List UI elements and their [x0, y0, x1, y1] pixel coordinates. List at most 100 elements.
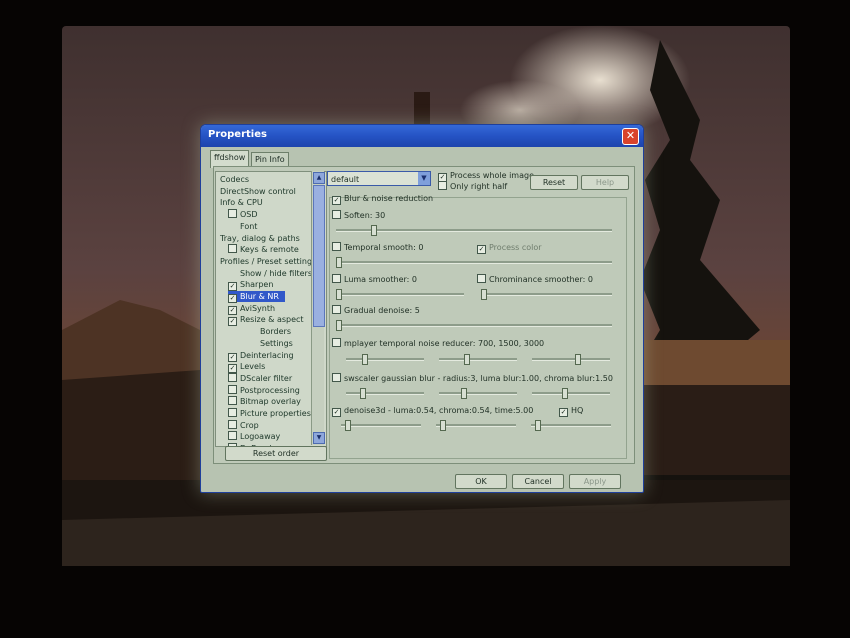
reset-order-button[interactable]: Reset order [225, 446, 327, 461]
checkbox-icon[interactable] [332, 274, 341, 283]
temporal-smooth-slider[interactable] [336, 257, 612, 268]
tree-item[interactable]: Keys & remote [228, 244, 299, 255]
hq-checkbox[interactable]: ✓ HQ [559, 405, 583, 417]
tree-item[interactable]: ✓ Resize & aspect [228, 314, 304, 327]
title-bar[interactable]: Properties ✕ [201, 125, 643, 147]
slider-thumb[interactable] [336, 320, 342, 331]
checkbox-icon[interactable]: ✓ [332, 196, 341, 205]
checkbox-icon[interactable] [228, 431, 237, 441]
tree-item[interactable]: Picture properties [228, 408, 311, 419]
slider-thumb[interactable] [345, 420, 351, 431]
swscaler-slider[interactable] [532, 388, 610, 399]
denoise3d-checkbox[interactable]: ✓ denoise3d - luma:0.54, chroma:0.54, tim… [332, 405, 533, 417]
tree-item[interactable]: Info & CPU [220, 197, 263, 208]
checkbox-icon[interactable] [477, 274, 486, 283]
checkbox-icon[interactable]: ✓ [228, 282, 237, 292]
temporal-smooth-checkbox[interactable]: Temporal smooth: 0 [332, 242, 423, 253]
checkbox-icon[interactable] [228, 419, 237, 429]
luma-smoother-checkbox[interactable]: Luma smoother: 0 [332, 274, 417, 285]
luma-smoother-slider[interactable] [336, 289, 464, 300]
chevron-down-icon[interactable]: ▼ [418, 172, 430, 185]
process-color-checkbox[interactable]: ✓ Process color [477, 242, 542, 254]
slider-thumb[interactable] [336, 257, 342, 268]
only-right-half-checkbox[interactable]: Only right half [438, 181, 507, 192]
checkbox-icon[interactable]: ✓ [228, 364, 237, 374]
tree-item[interactable]: Bitmap overlay [228, 396, 301, 407]
slider-thumb[interactable] [362, 354, 368, 365]
tab-pin-info[interactable]: Pin Info [251, 152, 289, 167]
soften-checkbox[interactable]: Soften: 30 [332, 210, 385, 221]
gradual-denoise-slider[interactable] [336, 320, 612, 331]
scroll-up-icon[interactable]: ▲ [313, 172, 325, 184]
checkbox-icon[interactable]: ✓ [228, 305, 237, 315]
tree-item[interactable]: Logoaway [228, 431, 280, 442]
gradual-denoise-checkbox[interactable]: Gradual denoise: 5 [332, 305, 420, 316]
tree-item[interactable]: Codecs [220, 174, 249, 185]
slider-thumb[interactable] [440, 420, 446, 431]
checkbox-icon[interactable] [332, 373, 341, 382]
chroma-smoother-checkbox[interactable]: Chrominance smoother: 0 [477, 274, 593, 285]
slider-thumb[interactable] [371, 225, 377, 236]
denoise3d-slider[interactable] [341, 420, 421, 431]
tree-item[interactable]: DScaler filter [228, 372, 292, 384]
tree-item[interactable]: Show / hide filters [240, 268, 312, 279]
checkbox-icon[interactable]: ✓ [228, 317, 237, 327]
tree-item[interactable]: ✓ Sharpen [228, 279, 273, 292]
cancel-button[interactable]: Cancel [512, 474, 564, 489]
swscaler-slider[interactable] [346, 388, 424, 399]
tree-item[interactable]: ✓ Deinterlacing [228, 350, 294, 362]
checkbox-icon[interactable]: ✓ [228, 352, 237, 362]
swscaler-blur-checkbox[interactable]: swscaler gaussian blur - radius:3, luma … [332, 373, 613, 384]
checkbox-icon[interactable] [438, 181, 447, 190]
tree-item[interactable]: OSD [228, 209, 258, 220]
tree-item[interactable]: Settings [260, 338, 293, 349]
denoise3d-slider[interactable] [436, 420, 516, 431]
slider-thumb[interactable] [464, 354, 470, 365]
mplayer-tnr-checkbox[interactable]: mplayer temporal noise reducer: 700, 150… [332, 338, 544, 349]
mplayer-tnr-slider[interactable] [532, 354, 610, 365]
slider-thumb[interactable] [461, 388, 467, 399]
slider-thumb[interactable] [562, 388, 568, 399]
tree-item[interactable]: ✓ Levels [228, 361, 265, 374]
help-button[interactable]: Help [581, 175, 629, 190]
checkbox-icon[interactable] [228, 209, 237, 219]
checkbox-icon[interactable] [228, 384, 237, 394]
checkbox-icon[interactable] [332, 242, 341, 251]
swscaler-slider[interactable] [439, 388, 517, 399]
mplayer-tnr-slider[interactable] [439, 354, 517, 365]
checkbox-icon[interactable] [228, 396, 237, 406]
tree-item[interactable]: Postprocessing [228, 384, 300, 396]
checkbox-icon[interactable] [332, 305, 341, 314]
checkbox-icon[interactable] [228, 372, 237, 382]
slider-thumb[interactable] [336, 289, 342, 300]
checkbox-icon[interactable]: ✓ [559, 408, 568, 417]
checkbox-icon[interactable] [228, 244, 237, 254]
tree-scrollbar[interactable]: ▲ ▼ [311, 171, 325, 445]
scroll-thumb[interactable] [313, 185, 325, 327]
checkbox-icon[interactable]: ✓ [477, 245, 486, 254]
blur-nr-enable-checkbox[interactable]: ✓ Blur & noise reduction [332, 193, 433, 205]
tree-item[interactable]: DirectShow control [220, 186, 296, 197]
tree-item[interactable]: Crop [228, 419, 259, 431]
tree-item[interactable]: Profiles / Preset settings [220, 256, 316, 267]
tree-item[interactable]: ✓ Blur & NR [228, 291, 285, 303]
checkbox-icon[interactable]: ✓ [228, 294, 237, 303]
slider-thumb[interactable] [481, 289, 487, 300]
slider-thumb[interactable] [360, 388, 366, 399]
slider-thumb[interactable] [575, 354, 581, 365]
tree-item[interactable]: Borders [260, 326, 291, 337]
soften-slider[interactable] [336, 225, 612, 236]
tree-item[interactable]: ✓ AviSynth [228, 303, 275, 315]
checkbox-icon[interactable] [332, 338, 341, 347]
checkbox-icon[interactable] [332, 210, 341, 219]
tree-item[interactable]: Tray, dialog & paths [220, 233, 300, 244]
chroma-smoother-slider[interactable] [481, 289, 612, 300]
checkbox-icon[interactable]: ✓ [332, 408, 341, 417]
apply-button[interactable]: Apply [569, 474, 621, 489]
tree-item[interactable]: Font [240, 221, 257, 232]
mplayer-tnr-slider[interactable] [346, 354, 424, 365]
slider-thumb[interactable] [535, 420, 541, 431]
ok-button[interactable]: OK [455, 474, 507, 489]
scroll-down-icon[interactable]: ▼ [313, 432, 325, 444]
preset-select[interactable]: default ▼ [327, 171, 431, 186]
